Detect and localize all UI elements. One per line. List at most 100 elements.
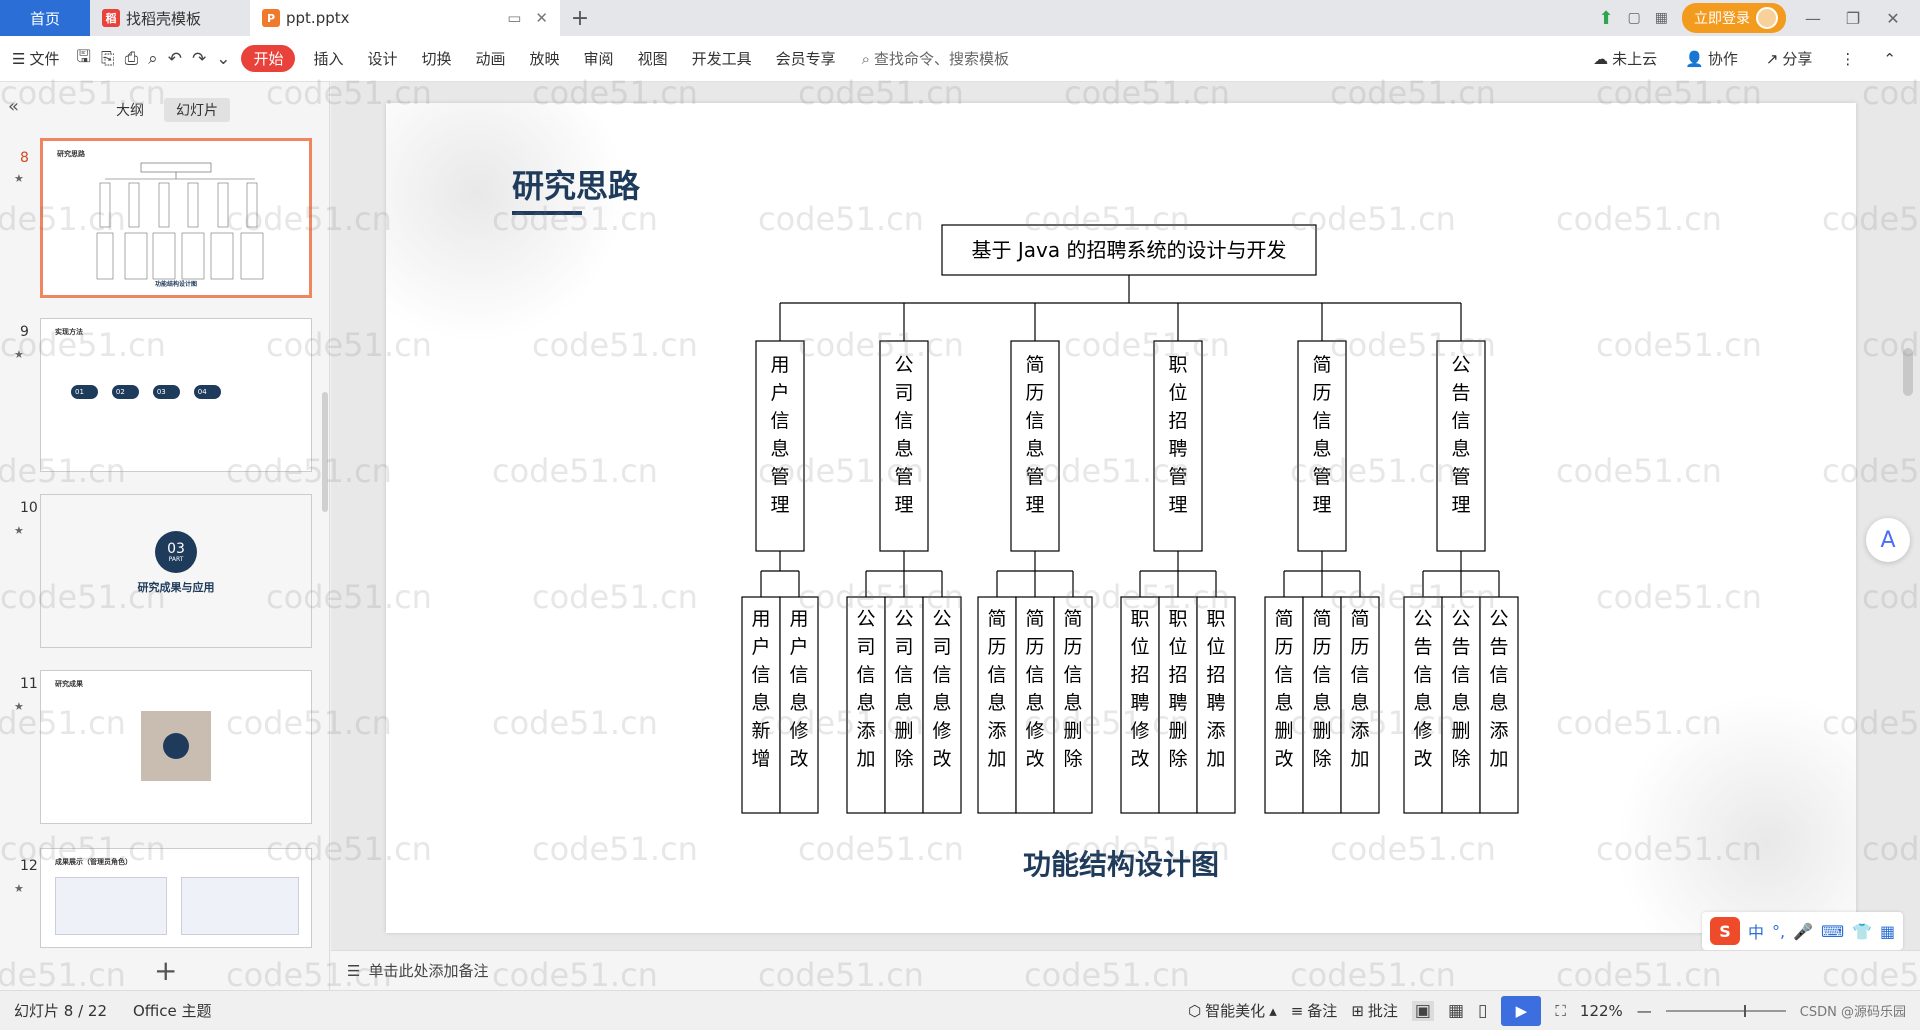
new-tab-button[interactable]: + bbox=[560, 0, 600, 36]
org-leaf-label: 信 bbox=[987, 664, 1006, 686]
org-leaf-label: 信 bbox=[1350, 664, 1369, 686]
close-window-icon[interactable]: ✕ bbox=[1880, 9, 1906, 28]
comment-icon: ⊞ bbox=[1351, 1001, 1364, 1020]
mic-icon[interactable]: 🎤 bbox=[1793, 922, 1813, 941]
avatar bbox=[1756, 7, 1778, 29]
redo-icon[interactable]: ↷ bbox=[187, 49, 211, 69]
thumb-org-chart bbox=[96, 162, 264, 280]
tab-ppt-file[interactable]: P ppt.pptx ▭ ✕ bbox=[250, 0, 560, 36]
comments-toggle[interactable]: ⊞ 批注 bbox=[1351, 1000, 1398, 1021]
decor-network-bottomright bbox=[1616, 693, 1856, 933]
menu-icon: ☰ bbox=[12, 49, 26, 68]
tab-daoke-templates[interactable]: 稻 找稻壳模板 bbox=[90, 0, 250, 36]
punctuation-icon[interactable]: °, bbox=[1772, 922, 1785, 941]
apps-grid-icon[interactable]: ▦ bbox=[1655, 10, 1668, 26]
org-leaf-label: 增 bbox=[751, 748, 770, 770]
function-structure-diagram[interactable]: 基于 Java 的招聘系统的设计与开发用户信息管理用户信息新增用户信息修改公司信… bbox=[722, 219, 1522, 831]
tab-start[interactable]: 开始 bbox=[241, 45, 296, 72]
save-icon[interactable]: 🖫 bbox=[71, 44, 95, 73]
tab-member[interactable]: 会员专享 bbox=[764, 48, 848, 69]
screen-icon[interactable]: ▭ bbox=[507, 9, 521, 27]
tab-file-label: ppt.pptx bbox=[286, 9, 350, 27]
tab-outline[interactable]: 大纲 bbox=[104, 98, 156, 122]
slide-thumbnail-12[interactable]: 成果展示（管理员角色） bbox=[40, 848, 312, 948]
slide-title[interactable]: 研究思路 bbox=[512, 161, 640, 207]
add-slide-button[interactable]: + bbox=[154, 954, 177, 987]
slide-8[interactable]: 研究思路 基于 Java 的招聘系统的设计与开发用户信息管理用户信息新增用户信息… bbox=[386, 103, 1856, 933]
undo-icon[interactable]: ↶ bbox=[163, 49, 187, 69]
org-module-label: 信 bbox=[770, 410, 789, 432]
tab-home[interactable]: 首页 bbox=[0, 0, 90, 36]
skin-icon[interactable]: 👕 bbox=[1852, 922, 1872, 941]
restore-icon[interactable]: ❐ bbox=[1840, 9, 1866, 28]
notes-toggle[interactable]: ≡ 备注 bbox=[1291, 1000, 1338, 1021]
tab-developer[interactable]: 开发工具 bbox=[680, 48, 764, 69]
org-module-label: 公 bbox=[1451, 354, 1470, 376]
minimize-icon[interactable]: — bbox=[1800, 9, 1826, 28]
org-leaf-label: 简 bbox=[1350, 608, 1369, 630]
zoom-out-icon[interactable]: — bbox=[1637, 1002, 1652, 1020]
print-icon[interactable]: ⎙ bbox=[120, 49, 144, 69]
beautify-button[interactable]: ⬡ 智能美化 ▴ bbox=[1188, 1000, 1277, 1021]
slide-thumbnail-10[interactable]: 03 PART 研究成果与应用 bbox=[40, 494, 312, 648]
collapse-ribbon-icon[interactable]: ⌃ bbox=[1871, 50, 1908, 68]
org-leaf-label: 息 bbox=[1025, 692, 1044, 714]
zoom-slider[interactable] bbox=[1665, 1004, 1786, 1017]
toolbox-icon[interactable]: ▦ bbox=[1880, 922, 1895, 941]
fit-window-icon[interactable]: ⛶ bbox=[1555, 1002, 1566, 1020]
export-icon[interactable]: ⎘ bbox=[96, 49, 120, 69]
org-module-label: 理 bbox=[770, 494, 789, 516]
org-leaf-label: 户 bbox=[789, 636, 808, 658]
tab-animation[interactable]: 动画 bbox=[464, 48, 518, 69]
window-layout-icon[interactable]: ▢ bbox=[1628, 10, 1641, 26]
cloud-status[interactable]: ☁ 未上云 bbox=[1581, 48, 1669, 69]
more-options-icon[interactable]: ⋮ bbox=[1828, 50, 1867, 68]
upload-icon[interactable]: ⬆ bbox=[1598, 8, 1613, 29]
org-module-label: 息 bbox=[1312, 438, 1331, 460]
collab-button[interactable]: 👤 协作 bbox=[1673, 48, 1750, 69]
play-slideshow-button[interactable]: ▶ bbox=[1501, 995, 1542, 1026]
share-button[interactable]: ↗ 分享 bbox=[1754, 48, 1825, 69]
org-leaf-label: 加 bbox=[1206, 748, 1225, 770]
tab-slideshow[interactable]: 放映 bbox=[518, 48, 572, 69]
file-menu[interactable]: ☰ 文件 bbox=[0, 48, 71, 69]
org-leaf-label: 信 bbox=[932, 664, 951, 686]
reading-view-icon[interactable]: ▯ bbox=[1478, 1001, 1487, 1021]
tab-review[interactable]: 审阅 bbox=[572, 48, 626, 69]
thumb-steps: 01 02 03 04 bbox=[71, 385, 221, 399]
collab-label: 协作 bbox=[1707, 50, 1738, 68]
org-module-label: 招 bbox=[1168, 410, 1187, 432]
sorter-view-icon[interactable]: ▦ bbox=[1448, 1001, 1464, 1021]
tab-design[interactable]: 设计 bbox=[355, 48, 409, 69]
login-button[interactable]: 立即登录 bbox=[1682, 3, 1786, 33]
thumb-title: 实现方法 bbox=[55, 328, 83, 336]
close-tab-icon[interactable]: ✕ bbox=[535, 9, 548, 27]
canvas-scrollbar[interactable] bbox=[1903, 348, 1913, 396]
org-leaf-label: 删 bbox=[894, 720, 913, 742]
slide-thumbnail-11[interactable]: 研究成果 bbox=[40, 670, 312, 824]
thumb-step: 04 bbox=[193, 385, 221, 399]
org-leaf-label: 修 bbox=[789, 720, 808, 742]
slide-thumbnail-9[interactable]: 实现方法 01 02 03 04 bbox=[40, 318, 312, 472]
org-leaf-label: 聘 bbox=[1206, 692, 1225, 714]
slide-thumbnail-8[interactable]: 研究思路 功能结构设计图 bbox=[40, 138, 312, 298]
slide-caption[interactable]: 功能结构设计图 bbox=[386, 843, 1856, 883]
command-search[interactable]: ⌕ 查找命令、搜索模板 bbox=[848, 48, 1023, 69]
tab-insert[interactable]: 插入 bbox=[301, 48, 355, 69]
collapse-panel-icon[interactable]: « bbox=[8, 96, 19, 117]
notes-bar[interactable]: ☰ 单击此处添加备注 bbox=[331, 950, 1920, 990]
tab-view[interactable]: 视图 bbox=[626, 48, 680, 69]
zoom-level[interactable]: 122% bbox=[1580, 1002, 1623, 1020]
daoke-icon: 稻 bbox=[102, 9, 120, 27]
ime-lang[interactable]: 中 bbox=[1748, 919, 1764, 943]
assistant-icon[interactable]: A bbox=[1866, 518, 1910, 562]
thumb-center-badge bbox=[163, 733, 189, 759]
tab-transition[interactable]: 切换 bbox=[410, 48, 464, 69]
org-leaf-label: 改 bbox=[932, 748, 951, 770]
more-dropdown-icon[interactable]: ⌄ bbox=[211, 49, 235, 69]
preview-icon[interactable]: ⌕ bbox=[143, 49, 163, 69]
keyboard-icon[interactable]: ⌨ bbox=[1821, 922, 1844, 941]
normal-view-icon[interactable]: ▣ bbox=[1411, 1000, 1434, 1021]
panel-scrollbar[interactable] bbox=[322, 392, 328, 512]
tab-slides[interactable]: 幻灯片 bbox=[164, 98, 230, 122]
